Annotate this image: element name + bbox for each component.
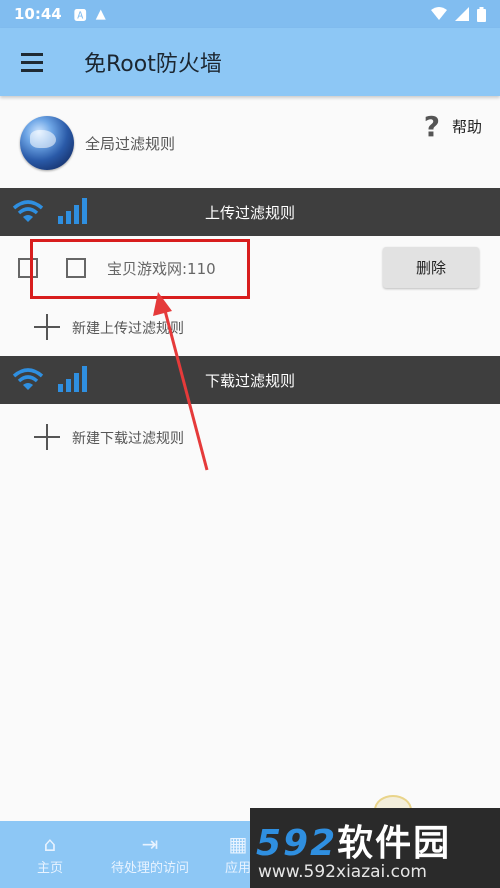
watermark: 592软件园 www.592xiazai.com bbox=[250, 808, 500, 888]
warning-icon: ▲ bbox=[95, 6, 106, 22]
signal-icon bbox=[455, 7, 469, 21]
app-bar: 免Root防火墙 bbox=[0, 28, 500, 96]
app-title: 免Root防火墙 bbox=[84, 52, 222, 77]
home-icon: ⌂ bbox=[43, 832, 57, 856]
globe-icon bbox=[20, 116, 74, 170]
pending-arrow-icon: ⇥ bbox=[141, 832, 159, 856]
download-section-title: 下载过滤规则 bbox=[204, 372, 295, 390]
new-download-rule-label: 新建下载过滤规则 bbox=[72, 431, 184, 447]
nav-pending[interactable]: ⇥ 待处理的访问 bbox=[100, 831, 200, 876]
delete-button[interactable]: 删除 bbox=[383, 247, 479, 288]
new-upload-rule-label: 新建上传过滤规则 bbox=[72, 321, 184, 337]
plus-icon bbox=[34, 424, 60, 450]
menu-icon[interactable] bbox=[0, 28, 64, 96]
global-filter-row[interactable]: 全局过滤规则 ? 帮助 bbox=[0, 96, 500, 188]
watermark-number: 592 bbox=[256, 823, 338, 864]
watermark-name: 软件园 bbox=[337, 823, 452, 864]
upload-section-title: 上传过滤规则 bbox=[204, 204, 295, 222]
nav-home[interactable]: ⌂ 主页 bbox=[26, 831, 74, 876]
status-right-icons bbox=[431, 6, 486, 22]
upload-section-header: 上传过滤规则 bbox=[0, 188, 500, 236]
download-section-header: 下载过滤规则 bbox=[0, 356, 500, 404]
wifi-icon bbox=[431, 7, 447, 20]
watermark-logo: 592软件园 bbox=[256, 814, 451, 866]
help-button[interactable]: ? 帮助 bbox=[424, 110, 482, 143]
watermark-url: www.592xiazai.com bbox=[258, 862, 427, 882]
plus-icon bbox=[34, 314, 60, 340]
nav-home-label: 主页 bbox=[36, 861, 63, 876]
status-time: 10:44 bbox=[14, 5, 62, 23]
annotation-highlight-box bbox=[30, 239, 250, 299]
nav-apps-label: 应用 bbox=[224, 861, 251, 876]
a-badge-icon: 🅰 bbox=[73, 8, 87, 24]
new-upload-rule-button[interactable]: 新建上传过滤规则 bbox=[0, 306, 500, 346]
question-mark-icon: ? bbox=[423, 110, 440, 143]
help-label: 帮助 bbox=[451, 118, 482, 136]
battery-icon bbox=[477, 6, 486, 22]
nav-pending-label: 待处理的访问 bbox=[110, 861, 189, 876]
global-filter-label: 全局过滤规则 bbox=[85, 135, 176, 153]
status-bar: 10:44 🅰 ▲ bbox=[0, 0, 500, 28]
new-download-rule-button[interactable]: 新建下载过滤规则 bbox=[0, 416, 500, 456]
